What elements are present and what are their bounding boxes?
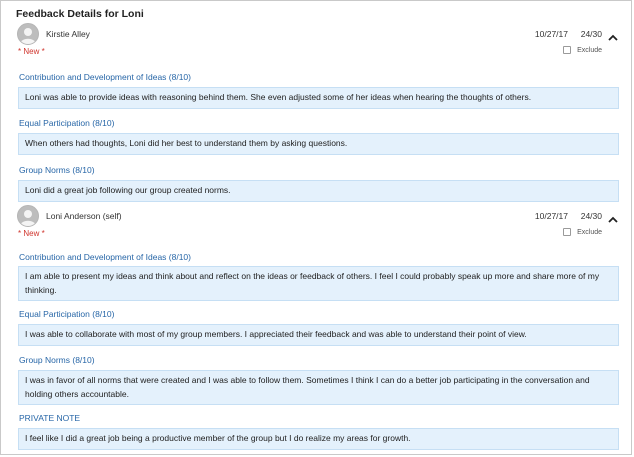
- chevron-up-icon[interactable]: [607, 30, 619, 41]
- comment-box: Loni did a great job following our group…: [18, 180, 619, 202]
- section-label: Contribution and Development of Ideas (8…: [19, 72, 191, 82]
- checkbox-box[interactable]: [563, 228, 572, 236]
- reviewer-name: Kirstie Alley: [46, 29, 90, 39]
- new-badge: * New *: [18, 47, 45, 56]
- exclude-checkbox[interactable]: Exclude: [563, 46, 602, 54]
- chevron-up-icon[interactable]: [607, 212, 619, 223]
- review-score: 24/30: [580, 211, 602, 221]
- exclude-label: Exclude: [577, 46, 602, 54]
- comment-box: I feel like I did a great job being a pr…: [18, 428, 619, 450]
- section-label: Contribution and Development of Ideas (8…: [19, 252, 191, 262]
- section-label: Equal Participation (8/10): [19, 118, 115, 128]
- reviewer-name: Loni Anderson (self): [46, 211, 122, 221]
- private-note-label: PRIVATE NOTE: [19, 413, 81, 423]
- exclude-checkbox[interactable]: Exclude: [563, 228, 602, 236]
- section-label: Group Norms (8/10): [19, 165, 95, 175]
- avatar-icon: [17, 205, 39, 227]
- comment-box: When others had thoughts, Loni did her b…: [18, 133, 619, 155]
- exclude-label: Exclude: [577, 228, 602, 236]
- comment-box: I am able to present my ideas and think …: [18, 266, 619, 301]
- review-date: 10/27/17: [534, 211, 568, 221]
- section-label: Equal Participation (8/10): [19, 309, 115, 319]
- checkbox-box[interactable]: [563, 46, 572, 54]
- comment-box: Loni was able to provide ideas with reas…: [18, 87, 619, 109]
- review-score: 24/30: [580, 29, 602, 39]
- new-badge: * New *: [18, 229, 45, 238]
- comment-box: I was able to collaborate with most of m…: [18, 324, 619, 346]
- avatar-icon: [17, 23, 39, 45]
- panel-title: Feedback Details for Loni: [16, 8, 144, 20]
- feedback-details-panel: Feedback Details for Loni Kirstie Alley …: [0, 0, 632, 455]
- comment-box: I was in favor of all norms that were cr…: [18, 370, 619, 405]
- section-label: Group Norms (8/10): [19, 355, 95, 365]
- review-date: 10/27/17: [534, 29, 568, 39]
